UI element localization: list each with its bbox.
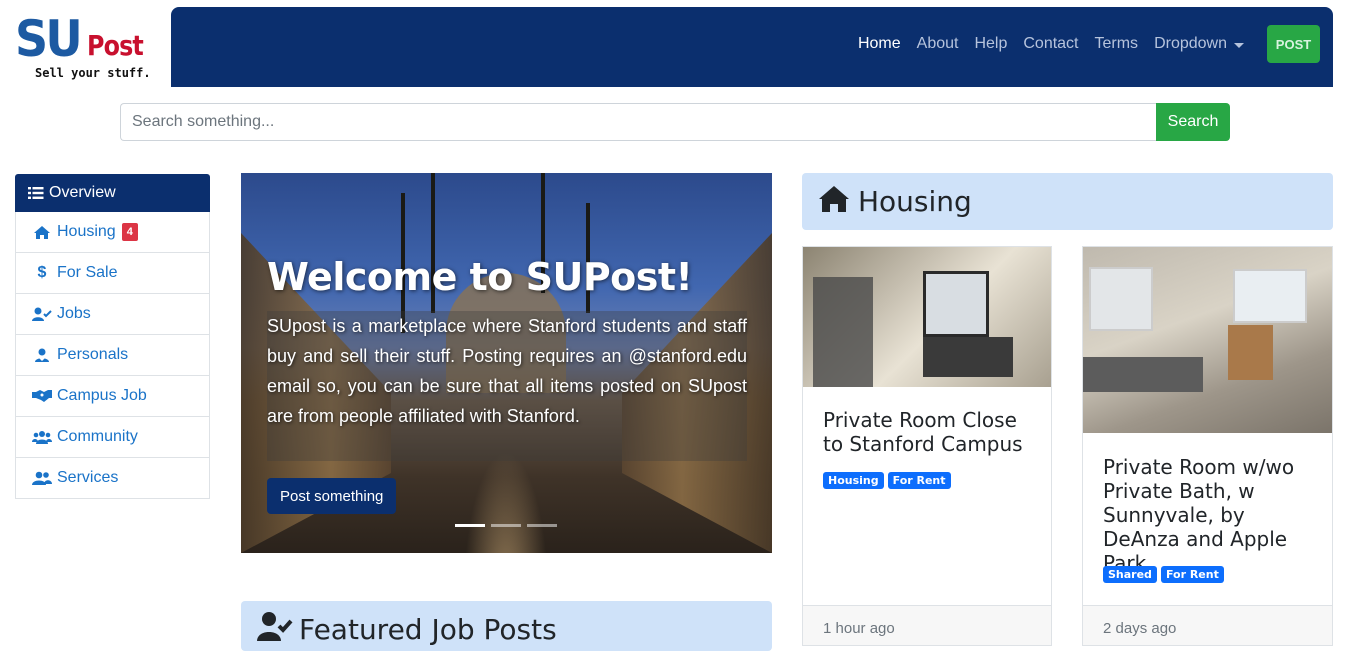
user-check-icon — [257, 612, 293, 641]
sidebar-item-label: Community — [57, 428, 138, 445]
nav-home[interactable]: Home — [850, 35, 909, 53]
hero-title-brand: SUPost! — [525, 255, 693, 299]
sidebar-item-services[interactable]: Services — [15, 458, 210, 499]
nav-dropdown-label: Dropdown — [1154, 35, 1227, 52]
logo-tagline: Sell your stuff. — [35, 66, 151, 80]
housing-title: Housing — [858, 185, 972, 218]
post-something-button[interactable]: Post something — [267, 478, 397, 514]
photo-dresser — [1228, 325, 1273, 380]
sidebar-item-community[interactable]: Community — [15, 417, 210, 458]
chevron-down-icon — [1234, 42, 1244, 48]
card-footer: 2 days ago — [1083, 605, 1332, 645]
tag-badge[interactable]: For Rent — [1160, 566, 1224, 583]
navbar: Home About Help Contact Terms Dropdown P… — [171, 7, 1333, 87]
listing-tags: Shared For Rent — [1103, 566, 1224, 583]
carousel-indicator-2[interactable] — [491, 524, 521, 527]
featured-jobs-title: Featured Job Posts — [299, 613, 557, 646]
photo-window — [1233, 269, 1307, 323]
sidebar-item-campus-job[interactable]: Campus Job — [15, 376, 210, 417]
sidebar-item-housing[interactable]: Housing 4 — [15, 212, 210, 253]
user-friends-icon — [32, 471, 52, 485]
site-logo[interactable]: SU Post Sell your stuff. — [15, 12, 160, 84]
card-footer: 1 hour ago — [803, 605, 1051, 645]
users-icon — [32, 430, 52, 444]
sidebar-item-label: Jobs — [57, 305, 91, 322]
handshake-icon — [32, 389, 52, 403]
carousel-indicator-3[interactable] — [527, 524, 557, 527]
sidebar-item-for-sale[interactable]: $ For Sale — [15, 253, 210, 294]
listing-timestamp: 1 hour ago — [823, 620, 895, 637]
photo-bed — [1083, 357, 1203, 392]
tag-badge[interactable]: Shared — [1103, 566, 1157, 583]
tag-badge[interactable]: For Rent — [887, 472, 951, 489]
user-heart-icon — [32, 348, 52, 363]
photo-window — [923, 271, 989, 337]
listing-title[interactable]: Private Room w/wo Private Bath, w Sunnyv… — [1103, 455, 1315, 575]
search-button[interactable]: Search — [1156, 103, 1230, 141]
housing-header: Housing — [802, 173, 1333, 230]
listing-photo[interactable] — [803, 247, 1051, 387]
logo-post: Post — [87, 29, 144, 62]
photo-shelf — [813, 277, 873, 387]
listing-title[interactable]: Private Room Close to Stanford Campus — [823, 408, 1033, 456]
tag-badge[interactable]: Housing — [823, 472, 884, 489]
hero-carousel[interactable]: Welcome to SUPost! SUpost is a marketpla… — [241, 173, 772, 553]
photo-desk — [923, 337, 1013, 377]
carousel-indicator-1[interactable] — [455, 524, 485, 527]
sidebar-overview[interactable]: Overview — [15, 174, 210, 212]
sidebar-item-label: Campus Job — [57, 387, 147, 404]
dollar-icon: $ — [37, 264, 47, 281]
post-button[interactable]: POST — [1267, 25, 1320, 63]
home-icon — [819, 186, 849, 212]
sidebar-item-personals[interactable]: Personals — [15, 335, 210, 376]
housing-card[interactable]: Private Room Close to Stanford Campus Ho… — [802, 246, 1052, 646]
listing-tags: Housing For Rent — [823, 472, 951, 489]
list-icon — [28, 187, 44, 199]
nav-terms[interactable]: Terms — [1087, 35, 1147, 53]
housing-card[interactable]: Private Room w/wo Private Bath, w Sunnyv… — [1082, 246, 1333, 646]
sidebar: Overview Housing 4 $ For Sale Jobs Perso… — [15, 174, 210, 499]
featured-jobs-header: Featured Job Posts — [241, 601, 772, 651]
housing-count-badge: 4 — [121, 223, 138, 241]
search-input[interactable] — [120, 103, 1156, 141]
sidebar-header-label: Overview — [49, 184, 116, 201]
sidebar-item-label: Housing — [57, 223, 116, 240]
nav-contact[interactable]: Contact — [1015, 35, 1086, 53]
nav-about[interactable]: About — [909, 35, 967, 53]
sidebar-item-label: Services — [57, 469, 119, 486]
logo-su: SU — [15, 10, 83, 68]
listing-photo[interactable] — [1083, 247, 1332, 433]
hero-title: Welcome to SUPost! — [267, 255, 693, 299]
sidebar-item-jobs[interactable]: Jobs — [15, 294, 210, 335]
sidebar-item-label: Personals — [57, 346, 129, 363]
nav-dropdown[interactable]: Dropdown — [1146, 35, 1252, 53]
listing-timestamp: 2 days ago — [1103, 620, 1177, 637]
hero-description: SUpost is a marketplace where Stanford s… — [267, 311, 747, 461]
home-icon — [32, 225, 52, 240]
sidebar-item-label: For Sale — [57, 264, 118, 281]
hero-title-prefix: Welcome to — [267, 255, 526, 299]
nav-links: Home About Help Contact Terms Dropdown — [850, 7, 1252, 81]
photo-window — [1089, 267, 1153, 331]
nav-help[interactable]: Help — [966, 35, 1015, 53]
user-check-icon — [32, 307, 52, 322]
